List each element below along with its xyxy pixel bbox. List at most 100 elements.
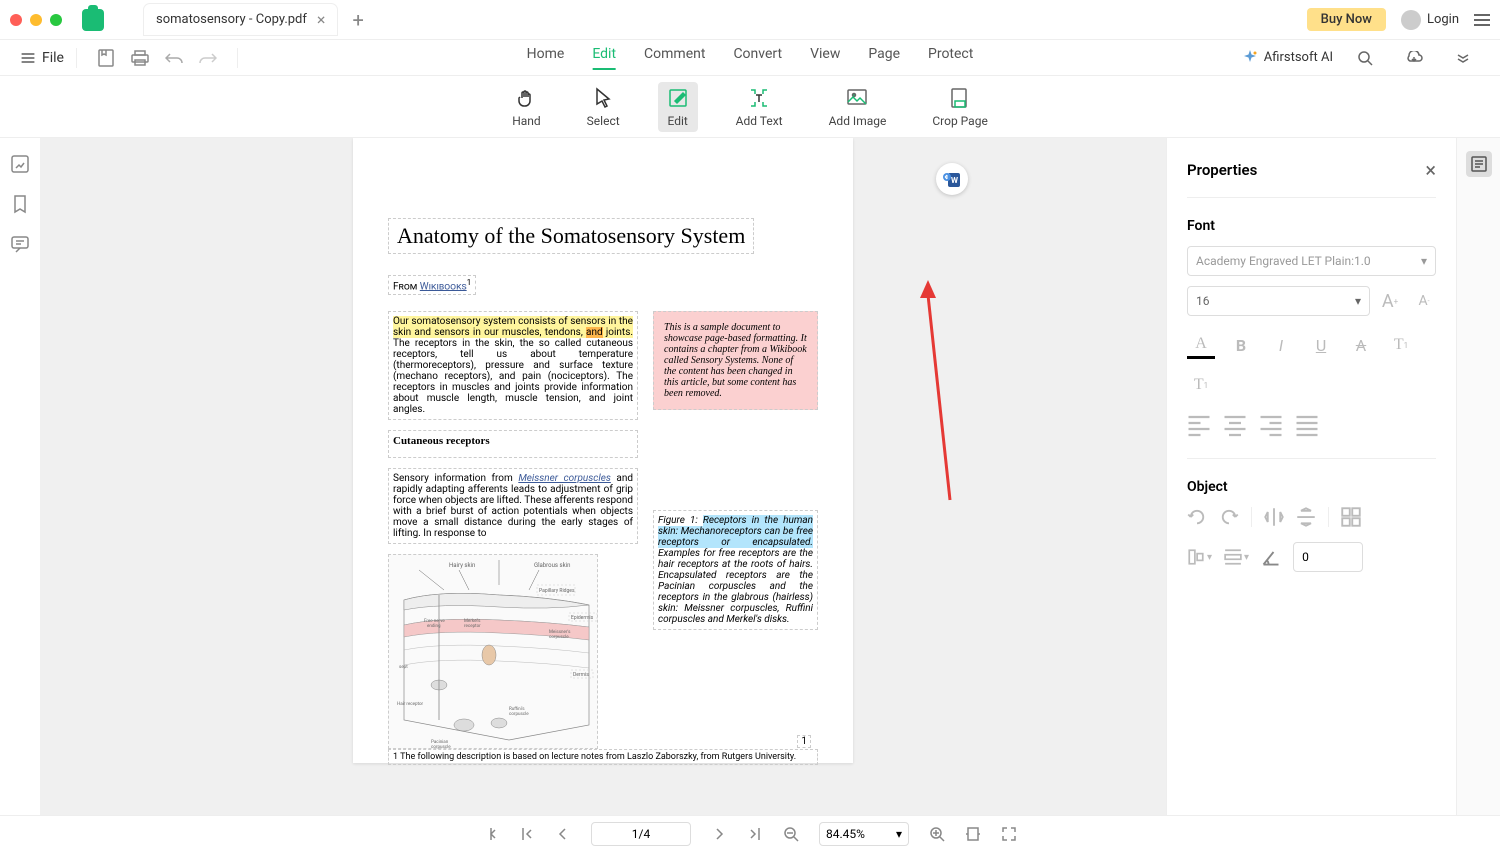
search-icon[interactable] (1356, 49, 1374, 67)
nav-comment[interactable]: Comment (644, 46, 705, 70)
align-justify-button[interactable] (1295, 414, 1319, 438)
nav-edit[interactable]: Edit (592, 46, 616, 70)
flip-vertical-button[interactable] (1296, 507, 1316, 527)
font-size-dropdown[interactable]: 16 ▾ (1187, 286, 1370, 316)
new-tab-button[interactable]: + (352, 8, 363, 32)
flip-horizontal-button[interactable] (1264, 507, 1284, 527)
rotate-right-button[interactable] (1219, 507, 1239, 527)
decrease-font-button[interactable]: A- (1412, 289, 1436, 313)
app-logo (82, 9, 104, 31)
page-number: 1 (797, 735, 811, 748)
distribute-dropdown-button[interactable]: ▾ (1224, 548, 1249, 566)
skin-diagram[interactable]: Hairy skin Glabrous skin (388, 554, 598, 749)
svg-text:W: W (951, 176, 958, 185)
bold-button[interactable]: B (1227, 331, 1255, 359)
last-page-button[interactable] (747, 826, 763, 842)
bookmark-icon[interactable] (10, 194, 30, 214)
main-toolbar: File Home Edit Comment Convert View Page… (0, 40, 1500, 76)
thumbnails-icon[interactable] (10, 154, 30, 174)
add-text-button[interactable]: Add Text (728, 82, 791, 132)
maximize-window-button[interactable] (50, 14, 62, 26)
superscript-button[interactable]: T1 (1387, 331, 1415, 359)
chevron-down-icon: ▾ (1355, 294, 1361, 308)
fit-width-button[interactable] (965, 826, 981, 842)
nav-convert[interactable]: Convert (733, 46, 782, 70)
align-left-button[interactable] (1187, 414, 1211, 438)
underline-button[interactable]: U (1307, 331, 1335, 359)
prev-page-button[interactable] (555, 826, 571, 842)
align-center-button[interactable] (1223, 414, 1247, 438)
comments-icon[interactable] (10, 234, 30, 254)
align-dropdown-button[interactable]: ▾ (1187, 548, 1212, 566)
figure-caption[interactable]: Figure 1: Receptors in the human skin: M… (653, 510, 818, 630)
align-right-button[interactable] (1259, 414, 1283, 438)
first-page-button[interactable] (483, 826, 499, 842)
document-tab[interactable]: somatosensory - Copy.pdf × (144, 4, 337, 35)
crop-label: Crop Page (932, 114, 987, 128)
crop-page-button[interactable]: Crop Page (924, 82, 995, 132)
sample-note[interactable]: This is a sample document to showcase pa… (653, 311, 818, 410)
hand-tool-button[interactable]: Hand (504, 82, 548, 132)
subheading-box[interactable]: Cutaneous receptors (388, 430, 638, 458)
add-image-button[interactable]: Add Image (821, 82, 895, 132)
strikethrough-button[interactable]: A (1347, 331, 1375, 359)
fit-page-button[interactable] (1001, 826, 1017, 842)
font-family-dropdown[interactable]: Academy Engraved LET Plain:1.0 ▾ (1187, 246, 1436, 276)
cloud-icon[interactable] (1405, 49, 1423, 67)
arrange-button[interactable] (1341, 507, 1361, 527)
svg-text:receptor: receptor (464, 623, 481, 629)
increase-font-button[interactable]: A+ (1378, 289, 1402, 313)
edit-toolbar: Hand Select Edit Add Text Add Image Crop… (0, 76, 1500, 138)
minimize-window-button[interactable] (30, 14, 42, 26)
footnote[interactable]: 1 The following description is based on … (388, 749, 818, 765)
italic-button[interactable]: I (1267, 331, 1295, 359)
close-window-button[interactable] (10, 14, 22, 26)
edit-tool-button[interactable]: Edit (658, 82, 698, 132)
wikibooks-link[interactable]: Wikibooks (420, 281, 467, 292)
add-text-icon (747, 86, 771, 110)
paragraph-2[interactable]: Sensory information from Meissner corpus… (388, 468, 638, 544)
ai-assistant-button[interactable]: Afirstsoft AI (1242, 50, 1333, 66)
nav-home[interactable]: Home (527, 46, 565, 70)
login-button[interactable]: Login (1401, 10, 1459, 30)
undo-icon[interactable] (165, 49, 183, 67)
redo-icon[interactable] (199, 49, 217, 67)
add-image-label: Add Image (829, 114, 887, 128)
next-page-button[interactable] (711, 826, 727, 842)
properties-toggle-button[interactable] (1466, 151, 1492, 177)
canvas-area[interactable]: Anatomy of the Somatosensory System From… (40, 138, 1166, 831)
rotate-left-button[interactable] (1187, 507, 1207, 527)
nav-view[interactable]: View (810, 46, 840, 70)
angle-icon (1261, 547, 1281, 567)
zoom-in-button[interactable] (929, 826, 945, 842)
font-color-button[interactable]: A (1187, 331, 1215, 359)
zoom-dropdown[interactable]: 84.45% ▾ (819, 822, 909, 846)
svg-text:Hair receptor: Hair receptor (397, 701, 424, 707)
subscript-button[interactable]: T1 (1187, 371, 1215, 399)
convert-word-button[interactable]: W (936, 163, 968, 195)
document-title[interactable]: Anatomy of the Somatosensory System (388, 218, 754, 254)
rotation-input[interactable] (1293, 542, 1363, 572)
nav-page[interactable]: Page (868, 46, 900, 70)
buy-now-button[interactable]: Buy Now (1307, 8, 1386, 31)
close-tab-button[interactable]: × (317, 10, 326, 29)
meissner-link[interactable]: Meissner corpuscles (518, 473, 611, 484)
collapse-icon[interactable] (1454, 49, 1472, 67)
properties-panel: Properties × Font Academy Engraved LET P… (1166, 138, 1456, 831)
sparkle-icon (1242, 50, 1258, 66)
wikibooks-source[interactable]: From Wikibooks1 (388, 275, 476, 295)
intro-paragraph[interactable]: Our somatosensory system consists of sen… (388, 311, 638, 420)
print-icon[interactable] (131, 49, 149, 67)
select-tool-button[interactable]: Select (579, 82, 628, 132)
nav-protect[interactable]: Protect (928, 46, 973, 70)
svg-text:Papillary Ridges: Papillary Ridges (539, 588, 575, 594)
prev-page-start-button[interactable] (519, 826, 535, 842)
zoom-out-button[interactable] (783, 826, 799, 842)
font-section-label: Font (1187, 218, 1436, 234)
file-menu[interactable]: File (20, 50, 64, 66)
menu-button[interactable] (1474, 14, 1490, 26)
close-panel-button[interactable]: × (1425, 158, 1436, 182)
save-icon[interactable] (97, 49, 115, 67)
ai-label: Afirstsoft AI (1264, 50, 1333, 65)
page-input[interactable] (591, 822, 691, 846)
